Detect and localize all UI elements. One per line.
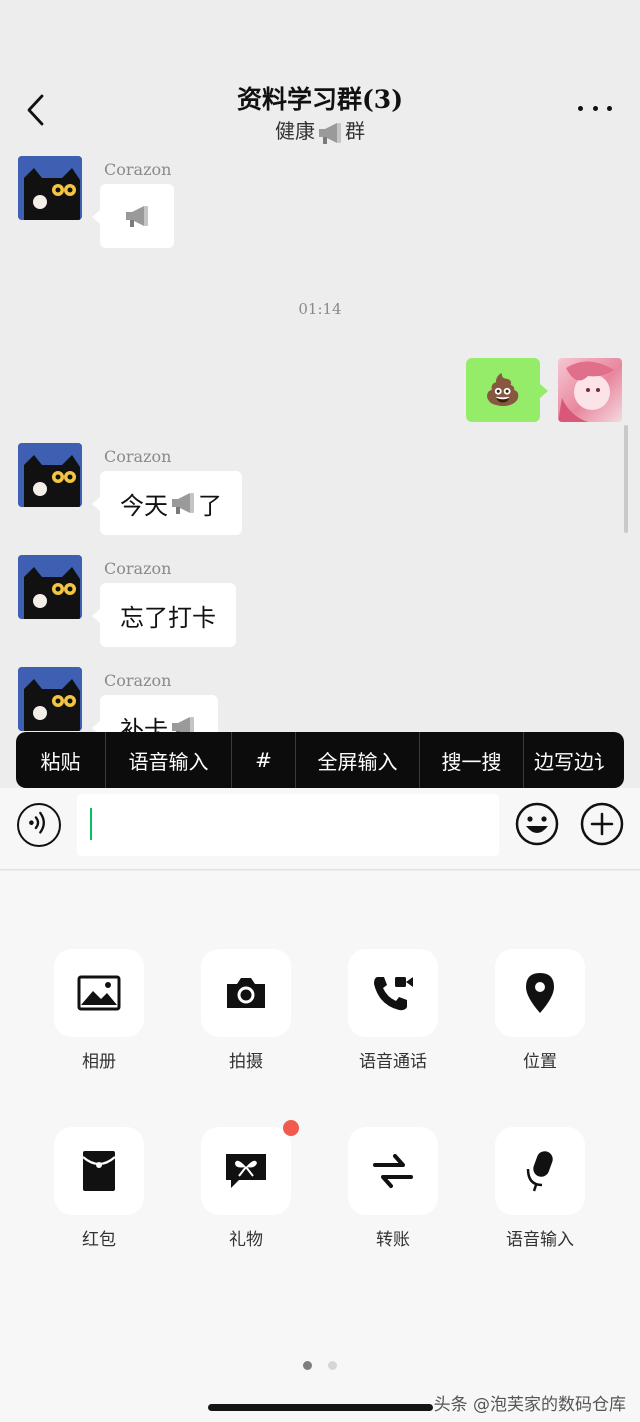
chat-subtitle: 健康 群 bbox=[0, 115, 640, 146]
avatar[interactable] bbox=[18, 443, 82, 507]
voice-call-tile[interactable] bbox=[348, 949, 438, 1037]
menu-item-voice-input[interactable]: 语音输入 bbox=[106, 732, 232, 788]
camera-tile[interactable] bbox=[201, 949, 291, 1037]
avatar[interactable] bbox=[18, 667, 82, 731]
transfer-label: 转账 bbox=[376, 1230, 410, 1250]
megaphone-icon bbox=[172, 493, 194, 514]
menu-item-search[interactable]: 搜一搜 bbox=[420, 732, 524, 788]
voice-call-label: 语音通话 bbox=[359, 1052, 427, 1072]
voice-wave-icon bbox=[29, 811, 45, 834]
photo-album-icon bbox=[77, 975, 121, 1011]
chat-header: 资料学习群(3) 健康 群 bbox=[0, 0, 640, 150]
chat-title: 资料学习群(3) bbox=[236, 85, 404, 114]
subtitle-text-end: 群 bbox=[345, 119, 365, 143]
my-message-bubble[interactable]: 💩 bbox=[466, 358, 548, 422]
album-tile[interactable] bbox=[54, 949, 144, 1037]
message-bubble[interactable]: 补卡 bbox=[92, 695, 218, 733]
panel-item-gift[interactable]: 礼物 bbox=[201, 1120, 299, 1250]
my-avatar[interactable] bbox=[558, 358, 622, 422]
voice-toggle-button[interactable] bbox=[17, 803, 61, 847]
dot-icon bbox=[592, 105, 598, 111]
avatar[interactable] bbox=[18, 156, 82, 220]
message-text: 今天 bbox=[120, 491, 168, 520]
dot-icon bbox=[578, 105, 583, 111]
location-tile[interactable] bbox=[495, 949, 585, 1037]
message-bubble[interactable] bbox=[92, 184, 174, 248]
album-label: 相册 bbox=[82, 1052, 116, 1072]
location-icon bbox=[526, 973, 554, 1013]
text-cursor bbox=[90, 808, 92, 840]
megaphone-icon bbox=[172, 717, 194, 732]
panel-item-location[interactable]: 位置 bbox=[495, 949, 585, 1072]
voice-input-tile[interactable] bbox=[495, 1127, 585, 1215]
watermark: 头条 @泡芙家的数码仓库 bbox=[433, 1395, 626, 1415]
emoji-button[interactable] bbox=[515, 802, 559, 846]
panel-item-transfer[interactable]: 转账 bbox=[348, 1127, 438, 1250]
add-more-button[interactable] bbox=[580, 802, 624, 846]
voice-call-icon bbox=[374, 977, 413, 1011]
page-dot-active[interactable] bbox=[303, 1361, 312, 1370]
message-text: 补卡 bbox=[120, 715, 168, 733]
message-text: 了 bbox=[198, 491, 222, 520]
sender-name: Corazon bbox=[104, 160, 172, 179]
function-panel: 相册 拍摄 语音通话 位置 红包 礼物 转账 语音输入 头条 @泡芙家的数码仓库 bbox=[0, 871, 640, 1422]
context-menu: 粘贴 语音输入 # 全屏输入 搜一搜 边写边讠 bbox=[16, 732, 624, 788]
cat-avatar-icon bbox=[18, 667, 82, 731]
camera-label: 拍摄 bbox=[229, 1052, 263, 1072]
gift-label: 礼物 bbox=[229, 1230, 263, 1250]
red-packet-icon bbox=[82, 1151, 116, 1191]
menu-item-write-while[interactable]: 边写边讠 bbox=[524, 732, 624, 788]
message-bubble[interactable]: 忘了打卡 bbox=[92, 583, 236, 647]
menu-item-paste[interactable]: 粘贴 bbox=[16, 732, 106, 788]
more-options-button[interactable] bbox=[578, 96, 612, 120]
message-text: 忘了打卡 bbox=[120, 603, 216, 632]
cat-avatar-icon bbox=[18, 156, 82, 220]
message-bubble[interactable]: 今天 了 bbox=[92, 471, 242, 535]
megaphone-icon bbox=[126, 206, 148, 227]
red-packet-label: 红包 bbox=[82, 1230, 116, 1250]
timestamp: 01:14 bbox=[298, 300, 342, 318]
panel-item-camera[interactable]: 拍摄 bbox=[201, 949, 291, 1072]
input-bar bbox=[0, 788, 640, 870]
anime-avatar-icon bbox=[558, 361, 614, 422]
page-dot[interactable] bbox=[328, 1361, 337, 1370]
gift-icon bbox=[226, 1154, 266, 1188]
home-indicator[interactable] bbox=[208, 1404, 433, 1411]
dot-icon bbox=[607, 105, 612, 111]
subtitle-text-start: 健康 bbox=[275, 119, 315, 143]
panel-item-voice-input[interactable]: 语音输入 bbox=[495, 1127, 585, 1250]
sender-name: Corazon bbox=[104, 671, 172, 690]
panel-item-voice-call[interactable]: 语音通话 bbox=[348, 949, 438, 1072]
message-input[interactable] bbox=[77, 794, 499, 856]
transfer-icon bbox=[373, 1154, 413, 1188]
sender-name: Corazon bbox=[104, 447, 172, 466]
menu-item-fullscreen-input[interactable]: 全屏输入 bbox=[296, 732, 420, 788]
notification-badge bbox=[283, 1120, 299, 1136]
transfer-tile[interactable] bbox=[348, 1127, 438, 1215]
poop-emoji-icon: 💩 bbox=[484, 372, 522, 408]
menu-item-hashtag[interactable]: # bbox=[232, 732, 296, 788]
avatar[interactable] bbox=[18, 555, 82, 619]
location-label: 位置 bbox=[523, 1052, 557, 1072]
gift-tile[interactable] bbox=[201, 1127, 291, 1215]
page-indicator bbox=[0, 1361, 640, 1370]
cat-avatar-icon bbox=[18, 443, 82, 507]
scrollbar[interactable] bbox=[624, 425, 628, 533]
voice-input-label: 语音输入 bbox=[506, 1230, 574, 1250]
microphone-icon bbox=[526, 1151, 553, 1192]
red-packet-tile[interactable] bbox=[54, 1127, 144, 1215]
cat-avatar-icon bbox=[18, 555, 82, 619]
panel-item-red-packet[interactable]: 红包 bbox=[54, 1127, 144, 1250]
message-list[interactable]: Corazon 01:14 💩 Corazon 今天 了 Corazon 忘了打卡… bbox=[0, 150, 640, 732]
panel-item-album[interactable]: 相册 bbox=[54, 949, 144, 1072]
megaphone-icon bbox=[319, 122, 341, 144]
sender-name: Corazon bbox=[104, 559, 172, 578]
camera-icon bbox=[227, 978, 265, 1008]
